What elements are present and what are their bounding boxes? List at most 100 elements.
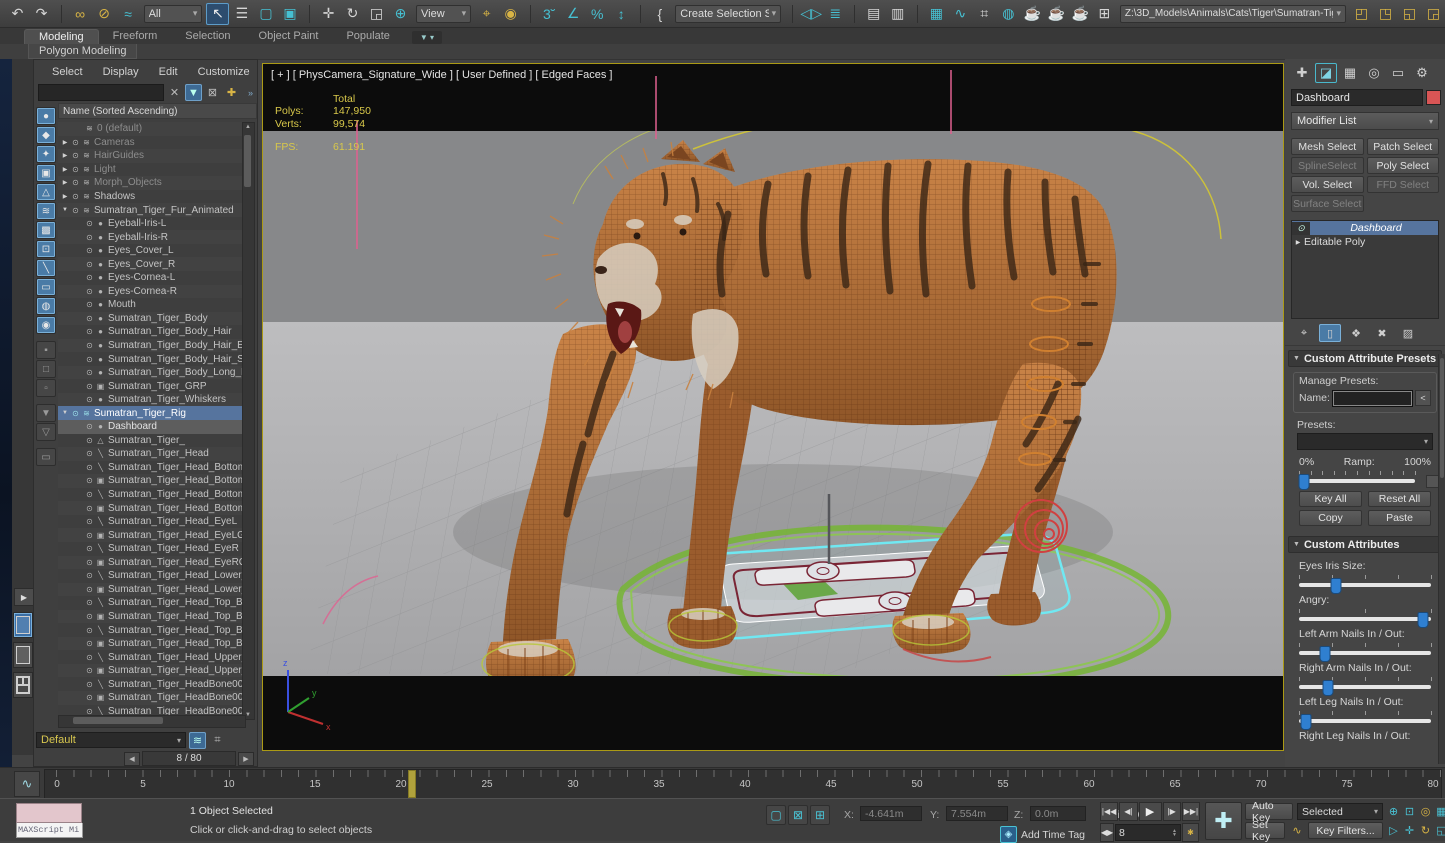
tree-item[interactable]: ⊙╲Sumatran_Tiger_Head (58, 447, 246, 461)
slider-handle[interactable] (1330, 578, 1341, 594)
display-containers-toggle[interactable]: ▭ (36, 278, 56, 296)
node-type-icon[interactable]: ● (95, 368, 106, 377)
tree-item[interactable]: ⊙╲Sumatran_Tiger_Head_Bottom_BrowR (58, 488, 246, 502)
visibility-eye-icon[interactable]: ⊙ (84, 341, 95, 350)
scrollbar-thumb[interactable] (244, 135, 251, 187)
node-type-icon[interactable]: ╲ (95, 463, 106, 472)
name-column-header[interactable]: Name (Sorted Ascending) (58, 103, 257, 119)
set-key-button[interactable]: Set Key (1245, 822, 1285, 839)
object-color-swatch[interactable] (1426, 90, 1441, 105)
play-button[interactable]: ▶ (1139, 802, 1162, 821)
visibility-eye-icon[interactable]: ⊙ (84, 233, 95, 242)
node-type-icon[interactable]: ≋ (81, 151, 92, 160)
visibility-eye-icon[interactable]: ⊙ (84, 653, 95, 662)
toggle-scene-explorer-button[interactable]: ▤ (862, 3, 885, 25)
expand-arrow-icon[interactable]: ▶ (60, 139, 70, 146)
preset-name-input[interactable] (1333, 391, 1412, 406)
node-type-icon[interactable]: ╲ (95, 490, 106, 499)
selection-set-key-dropdown[interactable]: Selected ▾ (1297, 803, 1383, 820)
tree-item[interactable]: ⊙▣Sumatran_Tiger_Head_EyeLGizmo (58, 528, 246, 542)
tab-hierarchy[interactable]: ▦ (1339, 63, 1361, 83)
z-coord-field[interactable]: 0.0m (1030, 806, 1086, 821)
explorer-menu-display[interactable]: Display (93, 64, 149, 80)
visibility-eye-icon[interactable]: ⊙ (70, 409, 81, 418)
use-selection-center-button[interactable]: ◉ (499, 3, 522, 25)
tree-item[interactable]: ▶⊙≋Shadows (58, 190, 246, 204)
tree-horizontal-scrollbar[interactable] (58, 715, 246, 728)
stack-item[interactable]: ▶Editable Poly (1292, 235, 1438, 249)
auto-key-button[interactable]: Auto Key (1245, 803, 1293, 820)
unlink-selection-button[interactable]: ⊘ (93, 3, 116, 25)
polygon-modeling-panel-label[interactable]: Polygon Modeling (28, 44, 137, 59)
node-type-icon[interactable]: ● (95, 233, 106, 242)
node-type-icon[interactable]: ╲ (95, 653, 106, 662)
filter-selected-button[interactable]: ▽ (36, 423, 56, 441)
previous-frame-mini-button[interactable]: ◀ (124, 752, 140, 766)
tree-item[interactable]: ⊙●Sumatran_Tiger_Body_Hair (58, 325, 246, 339)
node-type-icon[interactable]: ● (95, 314, 106, 323)
tab-create[interactable]: ✚ (1291, 63, 1313, 83)
tree-item[interactable]: ⊙●Eyes_Cover_R (58, 257, 246, 271)
maxscript-mini-listener[interactable]: MAXScript Mi (16, 803, 80, 837)
sort-by-hierarchy-icon[interactable]: ⌗ (209, 732, 226, 749)
visibility-eye-icon[interactable]: ⊙ (84, 327, 95, 336)
visibility-eye-icon[interactable]: ⊙ (84, 490, 95, 499)
percent-snap-toggle[interactable]: % (586, 3, 609, 25)
tree-item[interactable]: ⊙▣Sumatran_Tiger_HeadBone001Bone0 (58, 691, 246, 705)
attribute-slider[interactable] (1299, 719, 1431, 723)
select-and-move-button[interactable]: ✛ (317, 3, 340, 25)
ribbon-tab-selection[interactable]: Selection (171, 29, 244, 44)
tab-utilities[interactable]: ⚙ (1411, 63, 1433, 83)
preset-arrow-button[interactable]: < (1415, 390, 1431, 406)
tab-modify[interactable]: ◪ (1315, 63, 1337, 83)
node-type-icon[interactable]: ▣ (95, 666, 106, 675)
tree-item[interactable]: ≋0 (default) (58, 122, 246, 136)
previous-frame-button[interactable]: ◀| (1119, 802, 1137, 821)
stack-item[interactable]: ⊙Dashboard (1292, 221, 1438, 235)
node-type-icon[interactable]: ≋ (81, 192, 92, 201)
visibility-eye-icon[interactable]: ⊙ (84, 531, 95, 540)
explorer-preset-dropdown[interactable]: Default ▾ (36, 732, 186, 748)
select-object-button[interactable]: ↖ (206, 3, 229, 25)
material-editor-button[interactable]: ◍ (997, 3, 1020, 25)
visibility-eye-icon[interactable]: ⊙ (84, 219, 95, 228)
select-and-link-button[interactable]: ∞ (69, 3, 92, 25)
key-all-button[interactable]: Key All (1299, 491, 1362, 507)
tab-display[interactable]: ▭ (1387, 63, 1409, 83)
display-xrefs-toggle[interactable]: ⊡ (36, 240, 56, 258)
mirror-button[interactable]: ◁▷ (800, 3, 823, 25)
display-groups-toggle[interactable]: ▩ (36, 221, 56, 239)
display-hidden-toggle[interactable]: ◉ (36, 316, 56, 334)
window-crossing-toggle[interactable]: ▣ (278, 3, 301, 25)
go-to-end-button[interactable]: ▶▶| (1182, 802, 1200, 821)
tree-item[interactable]: ⊙●Mouth (58, 298, 246, 312)
expand-arrow-icon[interactable]: ▶ (60, 193, 70, 200)
tree-item[interactable]: ⊙╲Sumatran_Tiger_Head_Top_BrowL (58, 596, 246, 610)
visibility-eye-icon[interactable]: ⊙ (84, 463, 95, 472)
edit-named-selection-sets-button[interactable]: { (648, 3, 671, 25)
display-geometry-toggle[interactable]: ● (36, 107, 56, 125)
tree-item[interactable]: ⊙●Eyes-Cornea-L (58, 271, 246, 285)
redo-button[interactable]: ↷ (30, 3, 53, 25)
visibility-eye-icon[interactable]: ⊙ (70, 206, 81, 215)
visibility-eye-icon[interactable]: ⊙ (84, 571, 95, 580)
save-project-button[interactable]: ◱ (1398, 3, 1421, 25)
tree-item[interactable]: ⊙▣Sumatran_Tiger_Head_Upper_ChainG (58, 664, 246, 678)
patch-select-button[interactable]: Patch Select (1367, 138, 1440, 155)
tree-item[interactable]: ⊙▣Sumatran_Tiger_Head_EyeRGizmo (58, 556, 246, 570)
render-production-button[interactable]: ☕ (1069, 3, 1092, 25)
zoom-region-icon[interactable]: ▷ (1386, 821, 1401, 839)
node-type-icon[interactable]: ▣ (95, 585, 106, 594)
state-sets-button[interactable]: ⊞ (1093, 3, 1116, 25)
node-type-icon[interactable]: ▣ (95, 639, 106, 648)
visibility-eye-icon[interactable]: ⊙ (84, 314, 95, 323)
visibility-eye-icon[interactable]: ⊙ (70, 178, 81, 187)
tree-item[interactable]: ▶⊙≋HairGuides (58, 149, 246, 163)
frame-spinner[interactable]: ▲▼ (1172, 829, 1177, 837)
modifier-list-dropdown[interactable]: Modifier List ▾ (1291, 112, 1439, 130)
visibility-eye-icon[interactable]: ⊙ (84, 395, 95, 404)
orbit-icon[interactable]: ↻ (1418, 821, 1433, 839)
visibility-eye-icon[interactable]: ⊙ (70, 192, 81, 201)
schematic-view-button[interactable]: ⌗ (973, 3, 996, 25)
snaps-toggle-3d[interactable]: 3˘ (538, 3, 561, 25)
